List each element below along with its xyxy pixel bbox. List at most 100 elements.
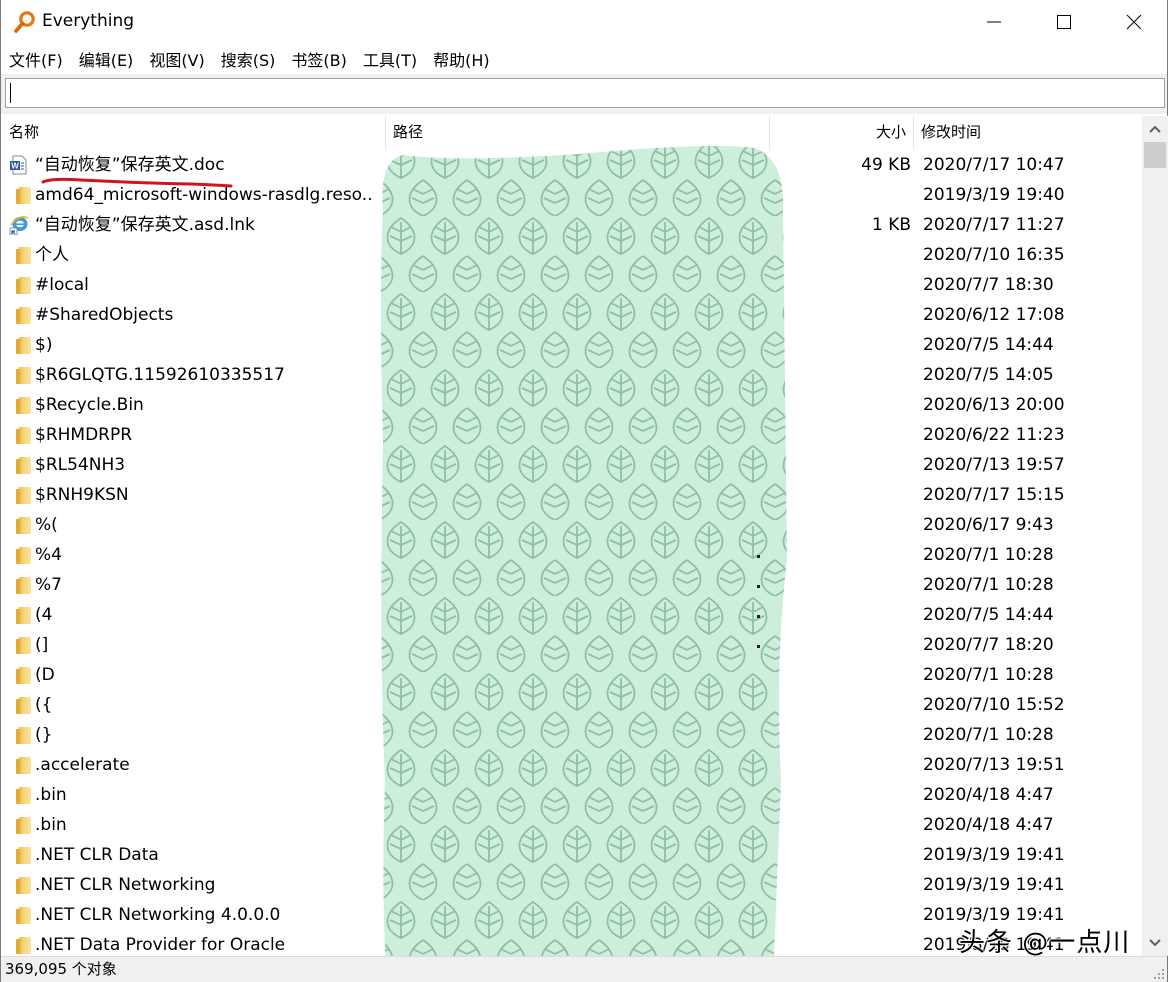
- file-modified: 2020/7/1 10:28: [923, 665, 1054, 685]
- file-modified: 2020/7/13 19:51: [923, 755, 1065, 775]
- file-modified: 2020/7/17 10:47: [923, 155, 1065, 175]
- column-header-modified[interactable]: 修改时间: [914, 116, 1142, 149]
- truncated-path-marker: [757, 585, 760, 588]
- redaction-overlay: [381, 146, 787, 982]
- folder-icon: [9, 665, 31, 685]
- search-area: [1, 74, 1167, 114]
- folder-icon: [9, 365, 31, 385]
- file-modified: 2020/7/17 11:27: [923, 215, 1065, 235]
- file-modified: 2020/7/1 10:28: [923, 545, 1054, 565]
- file-name: %7: [35, 575, 62, 595]
- chevron-up-icon: [1149, 125, 1161, 133]
- file-name: (4: [35, 605, 53, 625]
- maximize-button[interactable]: [1029, 0, 1099, 44]
- close-icon: [1126, 14, 1142, 30]
- file-modified: 2019/3/19 19:41: [923, 845, 1065, 865]
- folder-icon: [9, 575, 31, 595]
- folder-icon: [9, 185, 31, 205]
- folder-icon: [9, 845, 31, 865]
- folder-icon: [9, 755, 31, 775]
- file-name: (}: [35, 725, 53, 745]
- menu-search[interactable]: 搜索(S): [220, 45, 277, 73]
- resize-grip-icon[interactable]: [1153, 968, 1165, 980]
- folder-icon: [9, 455, 31, 475]
- scroll-up-button[interactable]: [1142, 116, 1168, 142]
- file-name: .NET Data Provider for Oracle: [35, 935, 286, 955]
- file-modified: 2020/6/12 17:08: [923, 305, 1065, 325]
- truncated-path-marker: [757, 645, 760, 648]
- column-header-name[interactable]: 名称: [2, 116, 386, 149]
- file-name: %(: [35, 515, 58, 535]
- folder-icon: [9, 785, 31, 805]
- file-name: #SharedObjects: [35, 305, 174, 325]
- scroll-thumb[interactable]: [1144, 142, 1166, 168]
- menu-edit[interactable]: 编辑(E): [78, 45, 135, 73]
- file-modified: 2020/7/5 14:44: [923, 605, 1054, 625]
- folder-icon: [9, 425, 31, 445]
- file-name: “自动恢复”保存英文.doc: [35, 155, 225, 175]
- folder-icon: [9, 875, 31, 895]
- title-bar[interactable]: Everything: [1, 0, 1167, 44]
- menu-tools[interactable]: 工具(T): [362, 45, 418, 73]
- file-name: “自动恢复”保存英文.asd.lnk: [35, 215, 255, 235]
- file-modified: 2020/7/1 10:28: [923, 575, 1054, 595]
- menu-view[interactable]: 视图(V): [148, 45, 205, 73]
- folder-icon: [9, 935, 31, 955]
- minimize-icon: [987, 21, 1001, 23]
- object-count: 369,095 个对象: [5, 960, 117, 978]
- column-header-size[interactable]: 大小: [770, 116, 914, 149]
- file-modified: 2019/3/19 19:41: [923, 875, 1065, 895]
- menu-file[interactable]: 文件(F): [8, 45, 64, 73]
- close-button[interactable]: [1099, 0, 1168, 44]
- truncated-path-marker: [757, 615, 760, 618]
- file-name: .NET CLR Networking 4.0.0.0: [35, 905, 281, 925]
- file-modified: 2020/4/18 4:47: [923, 815, 1054, 835]
- file-name: (]: [35, 635, 49, 655]
- menu-bookmarks[interactable]: 书签(B): [290, 45, 347, 73]
- scroll-down-button[interactable]: [1142, 930, 1168, 956]
- minimize-button[interactable]: [959, 0, 1029, 44]
- file-name: .NET CLR Data: [35, 845, 159, 865]
- file-name: $RHMDRPR: [35, 425, 133, 445]
- file-size: 1 KB: [871, 215, 911, 235]
- menu-bar: 文件(F) 编辑(E) 视图(V) 搜索(S) 书签(B) 工具(T) 帮助(H…: [1, 44, 1167, 74]
- file-name: %4: [35, 545, 62, 565]
- folder-icon: [9, 305, 31, 325]
- folder-icon: [9, 605, 31, 625]
- file-name: #local: [35, 275, 89, 295]
- folder-icon: [9, 815, 31, 835]
- folder-icon: [9, 245, 31, 265]
- file-modified: 2020/7/10 15:52: [923, 695, 1065, 715]
- file-modified: 2020/7/7 18:20: [923, 635, 1054, 655]
- menu-help[interactable]: 帮助(H): [432, 45, 491, 73]
- file-modified: 2020/7/13 19:57: [923, 455, 1065, 475]
- file-name: (D: [35, 665, 55, 685]
- file-name: $RL54NH3: [35, 455, 126, 475]
- folder-icon: [9, 395, 31, 415]
- magnifier-icon: [14, 11, 35, 33]
- file-name: .accelerate: [35, 755, 130, 775]
- file-name: $): [35, 335, 53, 355]
- file-modified: 2020/7/10 16:35: [923, 245, 1065, 265]
- file-name: ({: [35, 695, 53, 715]
- file-modified: 2020/7/1 10:28: [923, 725, 1054, 745]
- file-modified: 2020/7/5 14:05: [923, 365, 1054, 385]
- vertical-scrollbar[interactable]: [1142, 116, 1168, 956]
- word-doc-icon: W: [10, 155, 27, 175]
- text-caret: [10, 83, 11, 103]
- file-modified: 2020/7/5 14:44: [923, 335, 1054, 355]
- maximize-icon: [1057, 15, 1071, 29]
- file-name: $Recycle.Bin: [35, 395, 144, 415]
- file-modified: 2020/6/22 11:23: [923, 425, 1065, 445]
- file-name: $R6GLQTG.11592610335517: [35, 365, 285, 385]
- search-input[interactable]: [5, 78, 1165, 108]
- file-name: .NET CLR Networking: [35, 875, 216, 895]
- file-modified: 2020/7/17 15:15: [923, 485, 1065, 505]
- red-underline-annotation: [41, 177, 233, 188]
- file-name: .bin: [35, 815, 67, 835]
- status-bar: 369,095 个对象: [1, 956, 1167, 982]
- svg-text:W: W: [11, 162, 19, 171]
- folder-icon: [9, 905, 31, 925]
- folder-icon: [9, 545, 31, 565]
- everything-window: Everything 文件(F) 编辑(E) 视图(V) 搜索(S) 书签(B)…: [0, 0, 1168, 982]
